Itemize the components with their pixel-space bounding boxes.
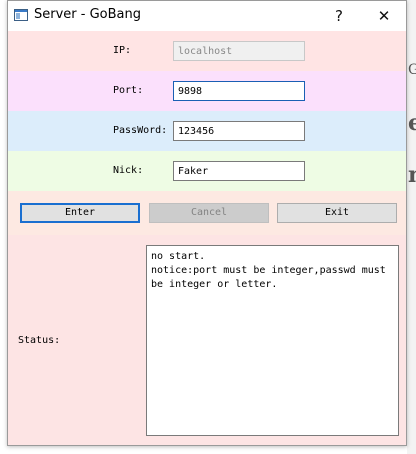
background-text-fragment: m <box>408 162 416 188</box>
background-text-fragment: e <box>408 110 416 136</box>
ip-label: IP: <box>113 45 132 56</box>
title-bar[interactable]: Server - GoBang ? ✕ <box>8 1 406 31</box>
nick-row: Nick: <box>8 151 406 191</box>
port-field[interactable] <box>173 81 305 101</box>
exit-button[interactable]: Exit <box>277 203 397 223</box>
status-text-area[interactable]: no start. notice:port must be integer,pa… <box>146 245 399 436</box>
close-button[interactable]: ✕ <box>361 1 407 31</box>
window-title: Server - GoBang <box>34 7 141 22</box>
ip-field[interactable] <box>173 41 305 61</box>
cancel-button[interactable]: Cancel <box>149 203 269 223</box>
password-field[interactable] <box>173 121 305 141</box>
status-label: Status: <box>18 335 61 346</box>
password-row: PassWord: <box>8 111 406 151</box>
server-dialog-window: Server - GoBang ? ✕ IP: Port: PassWord: … <box>7 0 407 446</box>
dialog-content: IP: Port: PassWord: Nick: Enter Cancel E… <box>8 31 406 445</box>
nick-field[interactable] <box>173 161 305 181</box>
app-window-icon <box>14 9 28 21</box>
enter-button[interactable]: Enter <box>20 203 140 223</box>
port-row: Port: <box>8 71 406 111</box>
nick-label: Nick: <box>113 165 144 176</box>
password-label: PassWord: <box>113 125 168 136</box>
port-label: Port: <box>113 85 144 96</box>
background-window-strip: G e m <box>407 0 416 454</box>
ip-row: IP: <box>8 31 406 71</box>
background-text-fragment: G <box>408 62 416 78</box>
help-button[interactable]: ? <box>316 1 362 31</box>
